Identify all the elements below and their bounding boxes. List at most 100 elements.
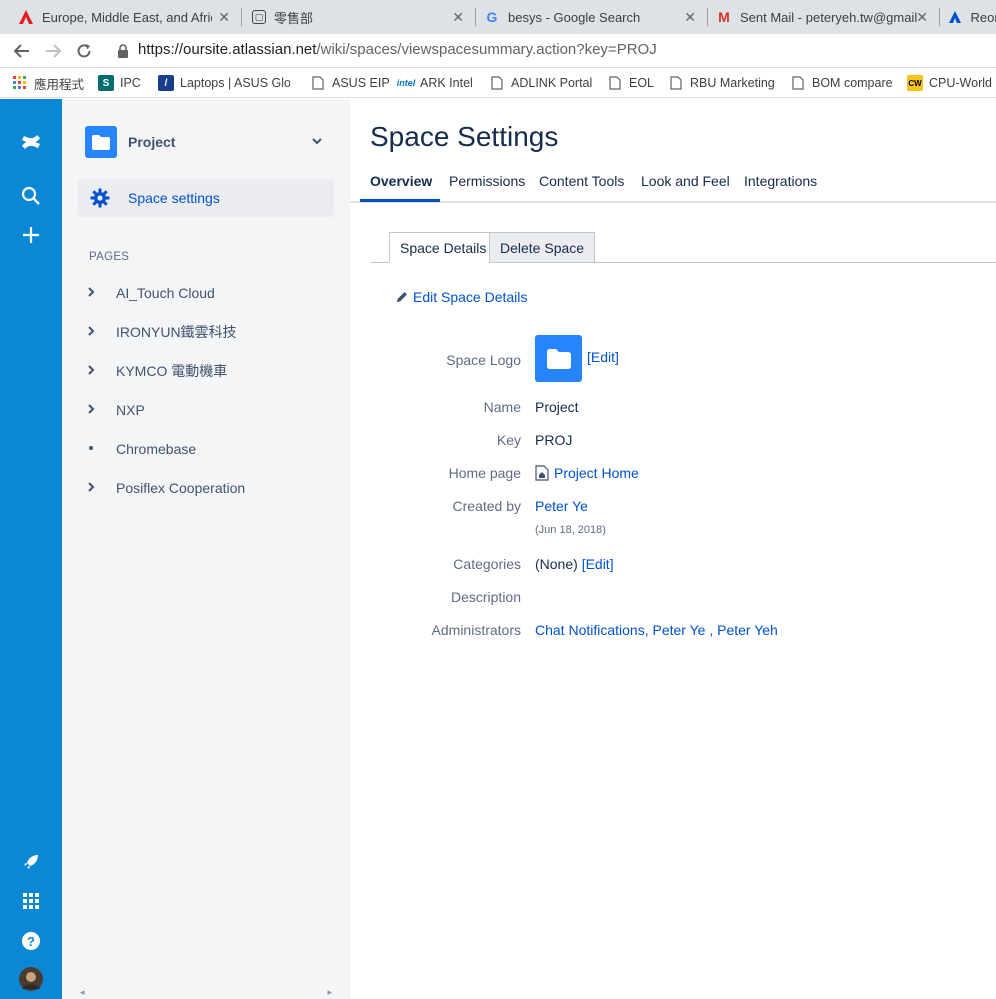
description-label: Description	[450, 589, 521, 605]
tab-content-tools[interactable]: Content Tools	[539, 173, 624, 189]
created-by-label: Created by	[452, 498, 521, 514]
tab-integrations[interactable]: Integrations	[744, 173, 817, 189]
gear-icon	[90, 188, 110, 213]
avatar[interactable]	[17, 965, 45, 993]
space-logo-label: Space Logo	[446, 352, 521, 368]
name-label: Name	[483, 399, 521, 415]
pencil-icon	[397, 292, 407, 302]
edit-space-details-link[interactable]: Edit Space Details	[395, 289, 527, 305]
bookmark-rbu-marketing[interactable]: RBU Marketing	[668, 74, 775, 92]
settings-tabs: Overview Permissions Content Tools Look …	[350, 166, 996, 203]
sidebar-page-item[interactable]: AI_Touch Cloud	[88, 283, 215, 303]
create-plus-icon[interactable]	[17, 221, 45, 249]
rocket-icon[interactable]	[17, 848, 45, 876]
bookmark-asus-laptops[interactable]: / Laptops | ASUS Glo	[158, 74, 290, 92]
page-icon	[668, 75, 684, 91]
browser-tab[interactable]: Reor	[948, 0, 996, 34]
scroll-right-icon[interactable]: ▸	[327, 987, 332, 997]
atlassian-icon	[948, 9, 962, 25]
bookmark-adlink[interactable]: ADLINK Portal	[489, 74, 592, 92]
page-icon	[607, 75, 623, 91]
browser-tab-bar: Europe, Middle East, and Africa ✕ ▢ 零售部 …	[0, 0, 996, 34]
space-logo-icon[interactable]	[85, 126, 117, 158]
sidebar-page-item[interactable]: Posiflex Cooperation	[88, 478, 245, 498]
sidebar-page-item[interactable]: NXP	[88, 400, 145, 420]
home-page-link[interactable]: Project Home	[535, 465, 639, 481]
app-switcher-icon[interactable]	[17, 887, 45, 915]
chevron-right-icon[interactable]	[88, 325, 116, 339]
chevron-right-icon[interactable]	[88, 364, 116, 378]
back-arrow-icon[interactable]	[10, 40, 34, 62]
sidebar-page-item[interactable]: IRONYUN鐵雲科技	[88, 322, 237, 342]
svg-text:?: ?	[27, 934, 35, 949]
bookmark-bom-compare[interactable]: BOM compare	[790, 74, 893, 92]
help-icon[interactable]: ?	[17, 927, 45, 955]
forward-arrow-icon[interactable]	[41, 40, 65, 62]
tab-overview[interactable]: Overview	[370, 173, 432, 189]
bookmark-ark-intel[interactable]: intel ARK Intel	[397, 74, 473, 92]
home-page-label: Home page	[448, 465, 521, 481]
acrobat-icon	[18, 9, 34, 25]
global-nav: ?	[0, 99, 62, 999]
confluence-logo-icon[interactable]	[17, 128, 45, 156]
asus-icon: /	[158, 75, 174, 91]
scroll-left-icon[interactable]: ◂	[80, 987, 85, 997]
admin-link[interactable]: Peter Yeh	[717, 622, 778, 638]
bookmark-apps[interactable]: 應用程式	[12, 74, 84, 92]
browser-tab[interactable]: Europe, Middle East, and Africa ✕	[18, 0, 240, 34]
page-title: Space Settings	[370, 121, 559, 152]
edit-logo-link[interactable]: [Edit]	[587, 349, 619, 365]
tab-look-and-feel[interactable]: Look and Feel	[641, 173, 730, 189]
created-date: (Jun 18, 2018)	[535, 524, 606, 536]
admin-link[interactable]: Peter Ye ,	[653, 622, 714, 638]
sidebar-page-item[interactable]: KYMCO 電動機車	[88, 361, 227, 381]
browser-tab[interactable]: M Sent Mail - peteryeh.tw@gmail ✕	[716, 0, 938, 34]
bookmark-cpu-world[interactable]: CW CPU-World	[907, 74, 992, 92]
key-label: Key	[496, 432, 521, 448]
chevron-down-icon[interactable]	[312, 134, 322, 148]
administrators-label: Administrators	[431, 622, 521, 638]
categories-label: Categories	[453, 556, 521, 572]
bookmark-asus-eip[interactable]: ASUS EIP	[310, 74, 390, 92]
lock-icon[interactable]	[117, 44, 129, 63]
bullet-icon	[88, 442, 116, 456]
url-field[interactable]: https://oursite.atlassian.net/wiki/space…	[138, 41, 657, 58]
page-icon	[489, 75, 505, 91]
chevron-right-icon[interactable]	[88, 286, 116, 300]
sidebar-page-item[interactable]: Chromebase	[88, 439, 196, 459]
tab-permissions[interactable]: Permissions	[449, 173, 525, 189]
categories-value: (None) [Edit]	[535, 556, 614, 572]
cpuworld-icon: CW	[907, 75, 923, 91]
created-by-link[interactable]: Peter Ye	[535, 498, 588, 514]
pages-header: PAGES	[89, 251, 130, 263]
close-tab-icon[interactable]: ✕	[452, 9, 464, 26]
home-page-icon	[535, 465, 549, 481]
subtab-space-details[interactable]: Space Details	[389, 232, 498, 263]
close-tab-icon[interactable]: ✕	[684, 9, 696, 26]
subtab-delete-space[interactable]: Delete Space	[489, 232, 596, 263]
bookmark-eol[interactable]: EOL	[607, 74, 654, 92]
edit-categories-link[interactable]: [Edit]	[582, 556, 614, 572]
address-bar: https://oursite.atlassian.net/wiki/space…	[0, 34, 996, 68]
folder-icon	[546, 348, 571, 369]
close-tab-icon[interactable]: ✕	[218, 9, 230, 26]
administrators-list: Chat Notifications, Peter Ye , Peter Yeh	[535, 622, 778, 638]
space-title[interactable]: Project	[128, 134, 175, 150]
page-icon	[790, 75, 806, 91]
space-settings-label: Space settings	[128, 190, 220, 206]
admin-link[interactable]: Chat Notifications,	[535, 622, 649, 638]
browser-tab[interactable]: G besys - Google Search ✕	[484, 0, 706, 34]
gmail-icon: M	[718, 9, 730, 25]
close-tab-icon[interactable]: ✕	[916, 9, 928, 26]
browser-tab[interactable]: ▢ 零售部 ✕	[252, 0, 474, 34]
space-settings-link[interactable]: Space settings	[78, 179, 334, 217]
bookmark-ipc[interactable]: S IPC	[98, 74, 141, 92]
space-logo	[535, 335, 582, 382]
chevron-right-icon[interactable]	[88, 403, 116, 417]
chevron-right-icon[interactable]	[88, 481, 116, 495]
name-value: Project	[535, 399, 579, 415]
google-icon: G	[486, 9, 498, 25]
sidebar-horizontal-scrollbar[interactable]: ◂ ▸	[80, 987, 332, 997]
reload-icon[interactable]	[72, 40, 96, 62]
search-icon[interactable]	[17, 182, 45, 210]
